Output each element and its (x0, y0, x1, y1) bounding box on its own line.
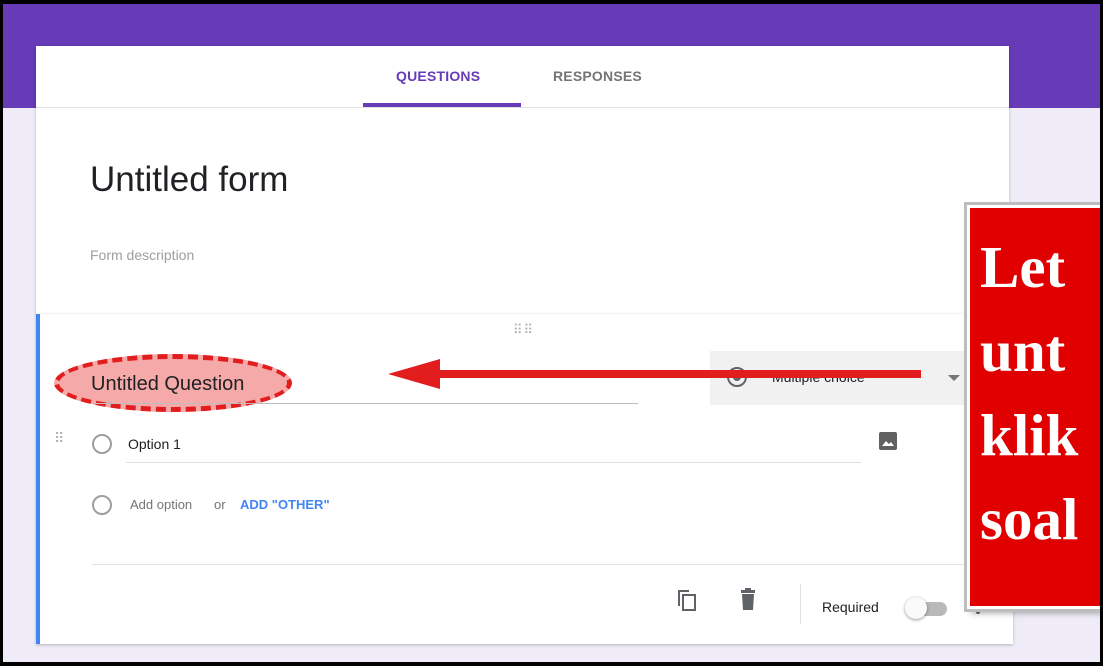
copy-icon[interactable] (676, 588, 698, 612)
image-icon[interactable] (879, 432, 897, 450)
callout-line: unt (980, 318, 1066, 384)
drag-handle-icon[interactable]: ⠿ (54, 431, 64, 445)
form-title[interactable]: Untitled form (90, 160, 288, 200)
form-header-card: QUESTIONS RESPONSES Untitled form Form d… (36, 46, 1009, 314)
or-text: or (214, 497, 226, 512)
footer-divider (92, 564, 982, 565)
question-title-highlight: Untitled Question (54, 354, 304, 416)
annotation-callout: Let unt klik soal (964, 202, 1100, 612)
required-label: Required (822, 599, 879, 615)
screenshot-frame: QUESTIONS RESPONSES Untitled form Form d… (3, 4, 1100, 662)
required-toggle[interactable] (905, 597, 949, 619)
tab-responses[interactable]: RESPONSES (553, 68, 642, 84)
tab-questions[interactable]: QUESTIONS (396, 68, 480, 84)
question-title-underline (92, 403, 638, 404)
option-input[interactable]: Option 1 (128, 436, 181, 452)
drag-handle-icon[interactable]: ⠿⠿ (513, 322, 534, 338)
callout-line: klik (980, 402, 1079, 468)
add-option-link[interactable]: Add option (130, 497, 192, 512)
tab-bar: QUESTIONS RESPONSES (36, 46, 1009, 108)
footer-separator (800, 584, 801, 624)
question-title[interactable]: Untitled Question (91, 373, 244, 396)
arrow-icon (388, 359, 921, 389)
option-underline (126, 462, 861, 463)
add-other-link[interactable]: ADD "OTHER" (240, 497, 330, 512)
toggle-knob (905, 597, 927, 619)
active-tab-indicator (363, 103, 521, 107)
trash-icon[interactable] (738, 588, 758, 612)
callout-line: soal (980, 486, 1079, 552)
form-description-field[interactable]: Form description (90, 247, 194, 263)
radio-icon (92, 495, 112, 515)
callout-line: Let (980, 234, 1066, 300)
radio-icon (92, 434, 112, 454)
chevron-down-icon (948, 375, 960, 381)
